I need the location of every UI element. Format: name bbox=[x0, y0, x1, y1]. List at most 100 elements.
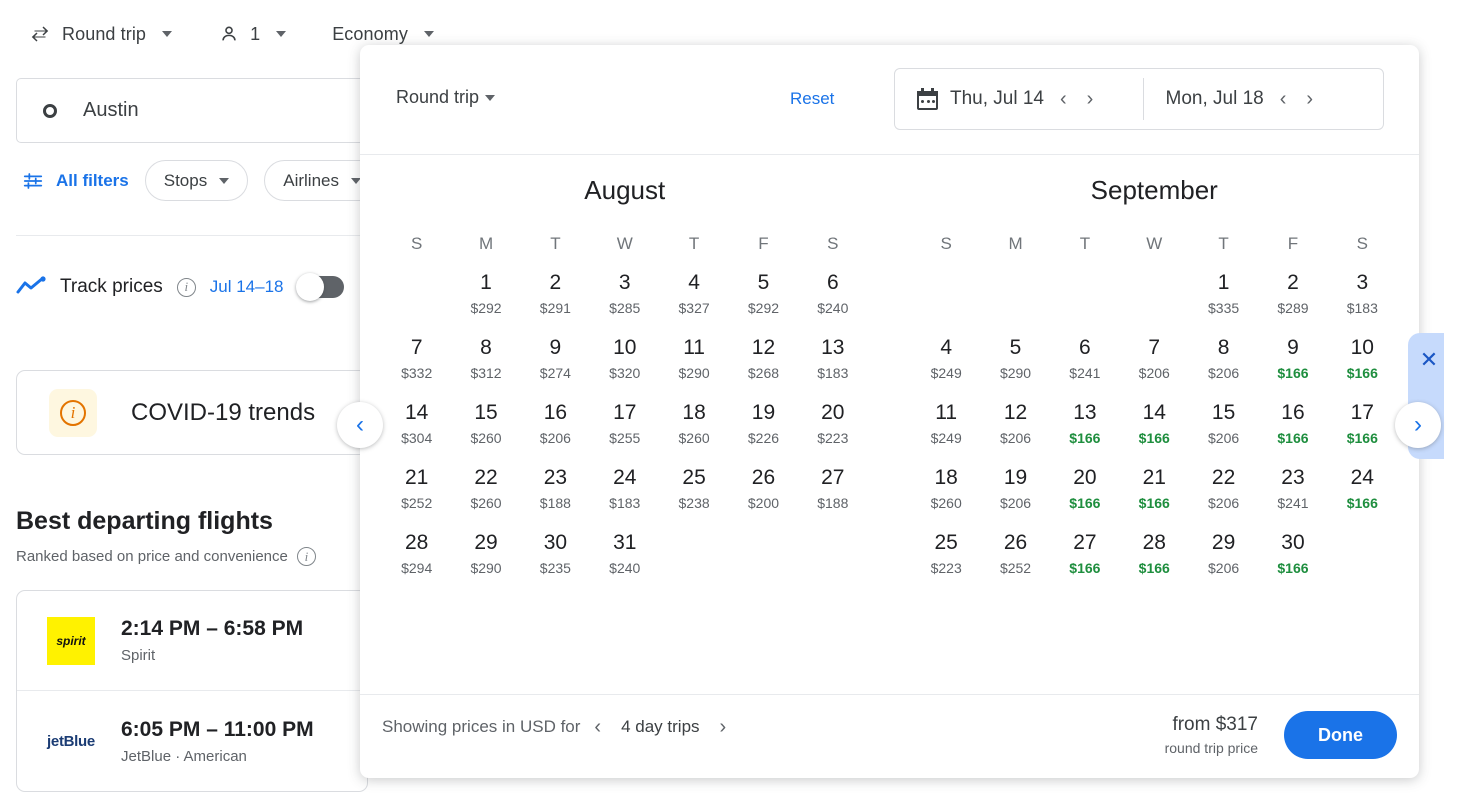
trip-type-selector[interactable]: Round trip bbox=[22, 18, 178, 50]
info-icon[interactable]: i bbox=[176, 277, 196, 297]
day-price: $183 bbox=[817, 365, 849, 381]
departure-next-day-button[interactable]: › bbox=[1083, 89, 1098, 109]
return-date-field[interactable]: Mon, Jul 18 ‹ › bbox=[1144, 69, 1384, 129]
next-dates-button[interactable]: › bbox=[1395, 402, 1441, 448]
calendar-day-cell[interactable]: 26 $200 bbox=[729, 465, 798, 519]
day-price: $166 bbox=[1346, 430, 1378, 446]
previous-dates-button[interactable]: ‹ bbox=[337, 402, 383, 448]
filter-chip-stops[interactable]: Stops bbox=[144, 160, 249, 201]
calendar-day-cell[interactable]: 1 $292 bbox=[451, 270, 520, 324]
calendar-day-cell[interactable]: 24 $166 bbox=[1328, 465, 1397, 519]
return-prev-day-button[interactable]: ‹ bbox=[1276, 89, 1291, 109]
calendar-day-cell[interactable]: 13 $183 bbox=[798, 335, 867, 389]
calendar-day-cell[interactable]: 20 $223 bbox=[798, 400, 867, 454]
calendar-day-cell[interactable]: 2 $291 bbox=[521, 270, 590, 324]
flight-row[interactable]: spirit 2:14 PM – 6:58 PM Spirit bbox=[17, 591, 367, 691]
origin-input[interactable]: Austin bbox=[16, 78, 368, 143]
calendar-day-cell[interactable]: 30 $235 bbox=[521, 530, 590, 584]
flight-search-page: Round trip 1 Economy Austin All filters … bbox=[0, 0, 1473, 798]
calendar-day-cell[interactable]: 22 $206 bbox=[1189, 465, 1258, 519]
return-next-day-button[interactable]: › bbox=[1302, 89, 1317, 109]
calendar-day-cell[interactable]: 20 $166 bbox=[1050, 465, 1119, 519]
day-price: $188 bbox=[817, 495, 849, 511]
calendar-day-cell[interactable]: 25 $223 bbox=[912, 530, 981, 584]
calendar-day-cell[interactable]: 19 $226 bbox=[729, 400, 798, 454]
day-price: $290 bbox=[999, 365, 1032, 381]
calendar-day-cell[interactable]: 5 $290 bbox=[981, 335, 1050, 389]
calendar-day-cell[interactable]: 3 $183 bbox=[1328, 270, 1397, 324]
calendar-day-cell[interactable]: 6 $240 bbox=[798, 270, 867, 324]
calendar-day-cell[interactable]: 13 $166 bbox=[1050, 400, 1119, 454]
departure-date-field[interactable]: Thu, Jul 14 ‹ › bbox=[895, 69, 1143, 129]
calendar-day-cell[interactable]: 28 $294 bbox=[382, 530, 451, 584]
calendar-day-cell[interactable]: 12 $206 bbox=[981, 400, 1050, 454]
passengers-selector[interactable]: 1 bbox=[212, 19, 292, 49]
calendar-day-cell[interactable]: 25 $238 bbox=[659, 465, 728, 519]
modal-trip-type-selector[interactable]: Round trip bbox=[396, 87, 496, 108]
calendar-day-cell[interactable]: 30 $166 bbox=[1258, 530, 1327, 584]
calendar-day-cell[interactable]: 17 $255 bbox=[590, 400, 659, 454]
trip-length-next-button[interactable]: › bbox=[716, 717, 731, 737]
calendar-day-cell[interactable]: 26 $252 bbox=[981, 530, 1050, 584]
calendar-day-cell[interactable]: 31 $240 bbox=[590, 530, 659, 584]
results-heading: Best departing flights bbox=[16, 507, 273, 535]
calendar-day-cell[interactable]: 18 $260 bbox=[912, 465, 981, 519]
departure-prev-day-button[interactable]: ‹ bbox=[1056, 89, 1071, 109]
calendar-day-cell[interactable]: 18 $260 bbox=[659, 400, 728, 454]
info-icon[interactable]: i bbox=[296, 547, 316, 566]
all-filters-button[interactable]: All filters bbox=[22, 170, 129, 192]
calendar-day-cell[interactable]: 17 $166 bbox=[1328, 400, 1397, 454]
trip-length-prev-button[interactable]: ‹ bbox=[590, 717, 605, 737]
calendar-day-cell[interactable]: 3 $285 bbox=[590, 270, 659, 324]
day-price: $252 bbox=[401, 495, 433, 511]
calendar-day-cell[interactable]: 12 $268 bbox=[729, 335, 798, 389]
done-button[interactable]: Done bbox=[1284, 711, 1397, 759]
day-price: $260 bbox=[470, 430, 502, 446]
calendar-day-cell[interactable]: 23 $188 bbox=[521, 465, 590, 519]
calendar-day-cell[interactable]: 2 $289 bbox=[1258, 270, 1327, 324]
calendar-day-cell[interactable]: 9 $166 bbox=[1258, 335, 1327, 389]
calendar-day-cell[interactable]: 28 $166 bbox=[1120, 530, 1189, 584]
calendar-day-cell[interactable]: 23 $241 bbox=[1258, 465, 1327, 519]
calendar-day-cell[interactable]: 8 $312 bbox=[451, 335, 520, 389]
calendar-day-cell[interactable]: 22 $260 bbox=[451, 465, 520, 519]
reset-button[interactable]: Reset bbox=[790, 89, 834, 109]
calendar-day-cell[interactable]: 11 $290 bbox=[659, 335, 728, 389]
calendar-day-cell[interactable]: 21 $166 bbox=[1120, 465, 1189, 519]
calendar-day-cell[interactable]: 7 $206 bbox=[1120, 335, 1189, 389]
calendar-day-cell[interactable]: 27 $188 bbox=[798, 465, 867, 519]
trip-length-value: 4 day trips bbox=[621, 717, 700, 736]
calendar-day-cell[interactable]: 8 $206 bbox=[1189, 335, 1258, 389]
calendar-day-cell[interactable]: 5 $292 bbox=[729, 270, 798, 324]
footer-actions: from $317 round trip price Done bbox=[1165, 711, 1397, 759]
calendar-day-cell[interactable]: 6 $241 bbox=[1050, 335, 1119, 389]
calendar-day-cell[interactable]: 16 $206 bbox=[521, 400, 590, 454]
calendar-day-cell[interactable]: 1 $335 bbox=[1189, 270, 1258, 324]
covid-trends-card[interactable]: i COVID-19 trends bbox=[16, 370, 368, 455]
day-price: $183 bbox=[1346, 300, 1378, 316]
calendar-day-cell[interactable]: 15 $260 bbox=[451, 400, 520, 454]
calendar-day-cell[interactable]: 14 $304 bbox=[382, 400, 451, 454]
flight-row[interactable]: jetBlue 6:05 PM – 11:00 PM JetBlue · Ame… bbox=[17, 691, 367, 791]
calendar-day-cell[interactable]: 4 $327 bbox=[659, 270, 728, 324]
calendar-day-cell[interactable]: 15 $206 bbox=[1189, 400, 1258, 454]
calendar-day-cell[interactable]: 29 $206 bbox=[1189, 530, 1258, 584]
calendar-day-cell[interactable]: 27 $166 bbox=[1050, 530, 1119, 584]
calendar-day-cell[interactable]: 24 $183 bbox=[590, 465, 659, 519]
close-icon[interactable]: ✕ bbox=[1419, 349, 1439, 371]
calendar-day-cell[interactable]: 7 $332 bbox=[382, 335, 451, 389]
day-number: 6 bbox=[826, 271, 839, 294]
calendar-day-cell[interactable]: 10 $320 bbox=[590, 335, 659, 389]
calendar-day-cell[interactable]: 4 $249 bbox=[912, 335, 981, 389]
day-number: 12 bbox=[1003, 401, 1028, 424]
track-prices-toggle[interactable] bbox=[295, 273, 344, 301]
calendar-day-cell[interactable]: 11 $249 bbox=[912, 400, 981, 454]
calendar-day-cell[interactable]: 19 $206 bbox=[981, 465, 1050, 519]
calendar-day-cell[interactable]: 16 $166 bbox=[1258, 400, 1327, 454]
calendar-day-cell[interactable]: 10 $166 bbox=[1328, 335, 1397, 389]
calendar-day-cell[interactable]: 21 $252 bbox=[382, 465, 451, 519]
calendar-day-cell[interactable]: 9 $274 bbox=[521, 335, 590, 389]
calendar-day-cell[interactable]: 14 $166 bbox=[1120, 400, 1189, 454]
calendar-day-cell[interactable]: 29 $290 bbox=[451, 530, 520, 584]
day-price: $260 bbox=[470, 495, 502, 511]
